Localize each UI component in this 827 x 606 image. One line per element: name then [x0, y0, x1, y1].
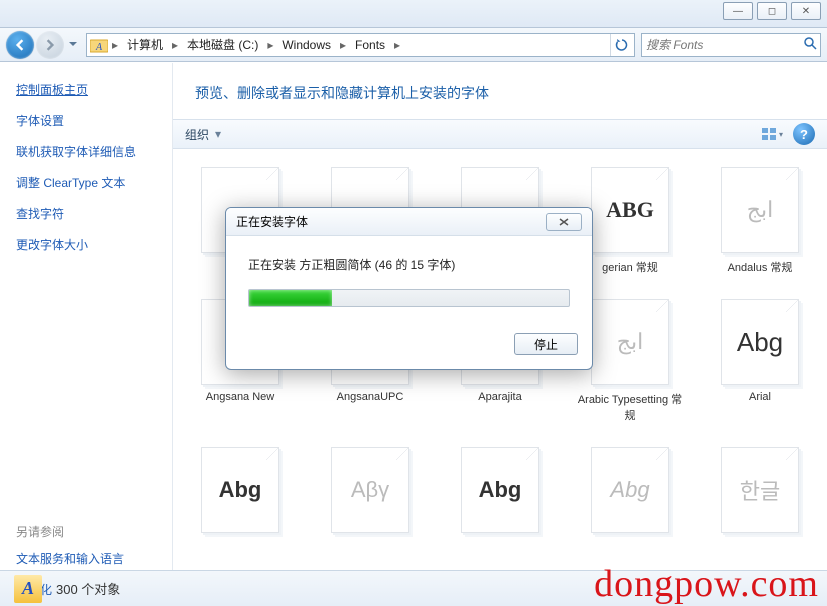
- help-button[interactable]: ?: [793, 123, 815, 145]
- window-titlebar: — ◻ ✕: [0, 0, 827, 28]
- dialog-close-button[interactable]: [546, 213, 582, 231]
- sidebar-link-font-settings[interactable]: 字体设置: [16, 112, 156, 129]
- search-icon[interactable]: [803, 36, 817, 53]
- address-bar[interactable]: A ▸ 计算机 ▸ 本地磁盘 (C:) ▸ Windows ▸ Fonts ▸: [86, 33, 635, 57]
- view-options-button[interactable]: ▾: [757, 123, 787, 145]
- content-toolbar: 组织 ▾ ▾ ?: [173, 119, 827, 149]
- install-font-dialog: 正在安装字体 正在安装 方正粗圆简体 (46 的 15 字体) 停止: [225, 207, 593, 370]
- font-item[interactable]: Abg: [185, 447, 295, 533]
- font-preview-card: Abg: [721, 299, 799, 385]
- chevron-down-icon[interactable]: ▾: [215, 127, 225, 141]
- font-preview-card: 한글: [721, 447, 799, 533]
- refresh-button[interactable]: [610, 34, 632, 56]
- font-preview-card: Abg: [461, 447, 539, 533]
- search-input[interactable]: [646, 38, 803, 52]
- font-preview-card: ABG: [591, 167, 669, 253]
- navigation-bar: A ▸ 计算机 ▸ 本地磁盘 (C:) ▸ Windows ▸ Fonts ▸: [0, 28, 827, 62]
- progress-bar: [248, 289, 570, 307]
- sidebar-also-label: 另请参阅: [16, 523, 156, 540]
- font-item[interactable]: Αβγ: [315, 447, 425, 533]
- breadcrumb-item[interactable]: Fonts: [349, 34, 391, 56]
- font-item[interactable]: 한글: [705, 447, 815, 533]
- font-label: Arabic Typesetting 常规: [578, 391, 683, 423]
- status-text: 300 个对象: [56, 579, 120, 598]
- back-button[interactable]: [6, 31, 34, 59]
- font-label: Arial: [749, 391, 771, 403]
- folder-fonts-icon: A: [89, 35, 109, 55]
- font-label: AngsanaUPC: [337, 391, 404, 403]
- dialog-titlebar: 正在安装字体: [226, 208, 592, 236]
- svg-text:A: A: [95, 42, 103, 53]
- page-title: 预览、删除或者显示和隐藏计算机上安装的字体: [173, 63, 827, 119]
- sidebar-link-online-info[interactable]: 联机获取字体详细信息: [16, 143, 156, 160]
- chevron-right-icon[interactable]: ▸: [264, 38, 276, 52]
- font-label: gerian 常规: [602, 259, 658, 275]
- close-button[interactable]: ✕: [791, 2, 821, 20]
- stop-button[interactable]: 停止: [514, 333, 578, 355]
- watermark: dongpow.com: [594, 562, 819, 606]
- font-preview-card: Αβγ: [331, 447, 409, 533]
- font-label: Aparajita: [478, 391, 521, 403]
- sidebar-link-text-services[interactable]: 文本服务和输入语言: [16, 550, 156, 567]
- font-label: Andalus 常规: [728, 259, 793, 275]
- chevron-right-icon[interactable]: ▸: [337, 38, 349, 52]
- forward-button[interactable]: [36, 31, 64, 59]
- font-preview-card: Abg: [591, 447, 669, 533]
- search-box[interactable]: [641, 33, 821, 57]
- sidebar: 控制面板主页 字体设置 联机获取字体详细信息 调整 ClearType 文本 查…: [0, 63, 173, 570]
- font-label: Angsana New: [206, 391, 275, 403]
- sidebar-link-cleartype[interactable]: 调整 ClearType 文本: [16, 174, 156, 191]
- dialog-message: 正在安装 方正粗圆简体 (46 的 15 字体): [248, 256, 570, 273]
- font-preview-card: ابج: [591, 299, 669, 385]
- dialog-body: 正在安装 方正粗圆简体 (46 的 15 字体): [226, 236, 592, 323]
- font-preview-card: Abg: [201, 447, 279, 533]
- window-controls: — ◻ ✕: [719, 2, 821, 20]
- organize-button[interactable]: 组织: [185, 126, 209, 143]
- minimize-button[interactable]: —: [723, 2, 753, 20]
- close-icon: [558, 217, 570, 227]
- dialog-title: 正在安装字体: [236, 213, 308, 230]
- font-item[interactable]: Abg: [445, 447, 555, 533]
- fonts-folder-icon: A: [14, 575, 42, 603]
- maximize-button[interactable]: ◻: [757, 2, 787, 20]
- chevron-right-icon[interactable]: ▸: [169, 38, 181, 52]
- dialog-footer: 停止: [226, 323, 592, 369]
- history-dropdown-icon[interactable]: [66, 34, 80, 56]
- sidebar-link-find-char[interactable]: 查找字符: [16, 205, 156, 222]
- breadcrumb-item[interactable]: 计算机: [121, 34, 169, 56]
- font-item[interactable]: Abg: [575, 447, 685, 533]
- chevron-right-icon[interactable]: ▸: [109, 38, 121, 52]
- font-item[interactable]: Abg Arial: [705, 299, 815, 423]
- progress-fill: [249, 290, 332, 306]
- breadcrumb-item[interactable]: 本地磁盘 (C:): [181, 34, 264, 56]
- breadcrumb-item[interactable]: Windows: [276, 34, 337, 56]
- sidebar-link-font-size[interactable]: 更改字体大小: [16, 236, 156, 253]
- sidebar-heading[interactable]: 控制面板主页: [16, 81, 156, 98]
- font-preview-card: ابج: [721, 167, 799, 253]
- font-item[interactable]: ابج Andalus 常规: [705, 167, 815, 275]
- chevron-right-icon[interactable]: ▸: [391, 38, 403, 52]
